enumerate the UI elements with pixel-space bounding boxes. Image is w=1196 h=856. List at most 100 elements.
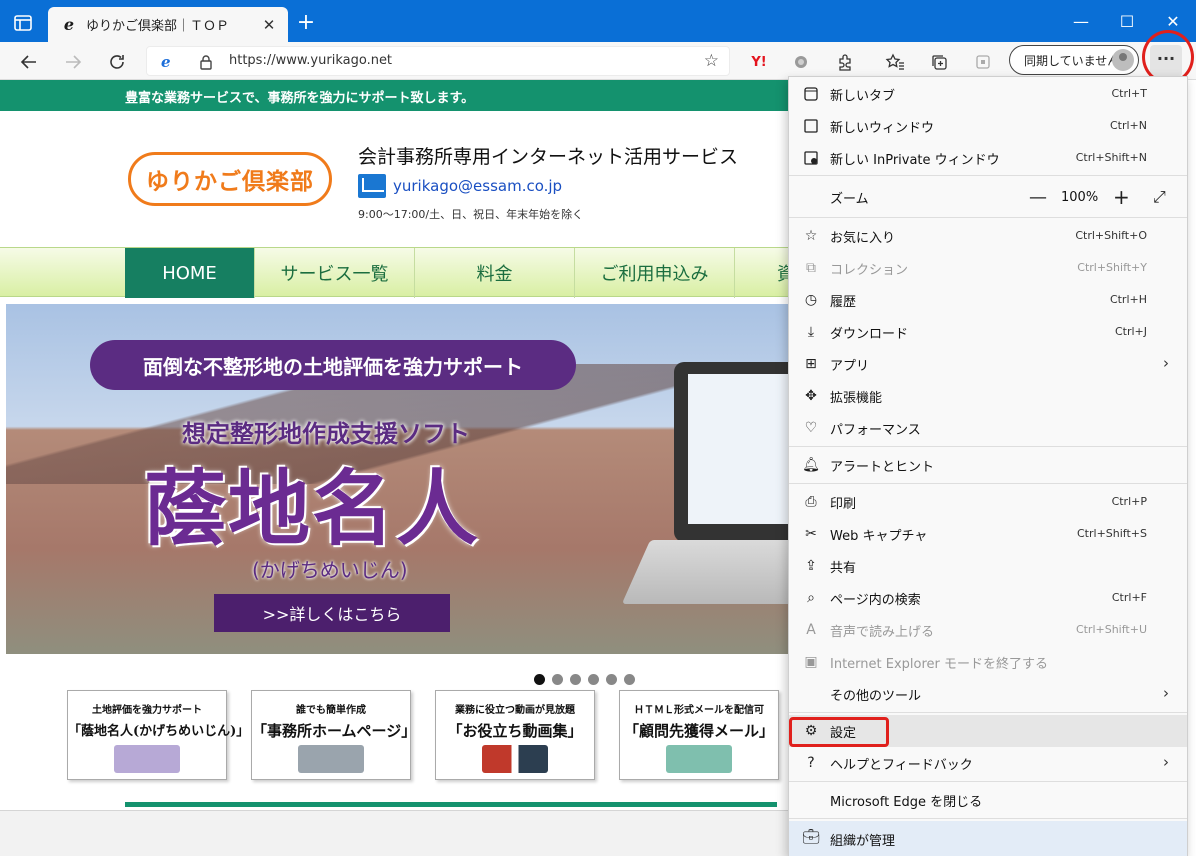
menu-favorites[interactable]: ☆ お気に入り Ctrl+Shift+O <box>789 220 1187 252</box>
yahoo-extension-icon[interactable]: Y! <box>748 51 770 73</box>
extension-circle-icon[interactable] <box>790 51 812 73</box>
forward-button[interactable] <box>60 49 86 75</box>
menu-extensions[interactable]: ✥ 拡張機能 <box>789 380 1187 412</box>
menu-more-tools[interactable]: その他のツール › <box>789 678 1187 710</box>
new-tab-button[interactable]: + <box>294 12 318 36</box>
slider-dot[interactable] <box>552 674 563 685</box>
banner-top-text: 土地評価を強力サポート <box>92 705 202 716</box>
ie-mode-icon[interactable]: e <box>161 53 171 71</box>
collections-icon[interactable] <box>928 51 950 73</box>
monitor-phone-icon <box>298 745 364 773</box>
lock-icon[interactable] <box>199 54 213 70</box>
add-favorite-icon[interactable]: ☆ <box>704 51 719 71</box>
collections-icon: ⧉ <box>806 260 816 276</box>
page-bottom-band <box>0 810 800 856</box>
extensions-icon[interactable] <box>834 51 856 73</box>
banner-top-text: 業務に役立つ動画が見放題 <box>455 705 575 716</box>
gear-icon: ⚙ <box>804 723 818 739</box>
menu-find[interactable]: ⌕ ページ内の検索 Ctrl+F <box>789 582 1187 614</box>
header-hours: 9:00〜17:00/土、日、祝日、年末年始を除く <box>358 208 584 221</box>
screen-capture-icon[interactable] <box>972 51 994 73</box>
hero-banner[interactable]: 面倒な不整形地の土地評価を強力サポート 想定整形地作成支援ソフト 蔭地名人 (か… <box>6 304 806 654</box>
zoom-out-button[interactable]: — <box>1029 187 1047 208</box>
menu-alerts[interactable]: 🔔︎ アラートとヒント <box>789 449 1187 481</box>
chevron-right-icon: › <box>1163 354 1169 372</box>
menu-help[interactable]: ? ヘルプとフィードバック › <box>789 747 1187 779</box>
banner-email[interactable]: ＨＴＭＬ形式メールを配信可 「顧問先獲得メール」 <box>619 690 779 780</box>
menu-ie-mode[interactable]: ▣ Internet Explorer モードを終了する <box>789 646 1187 678</box>
url-text[interactable]: https://www.yurikago.net <box>229 53 392 68</box>
browser-tab[interactable]: e ゆりかご倶楽部｜ＴＯＰ ✕ <box>48 7 288 42</box>
menu-label: アラートとヒント <box>830 460 935 475</box>
menu-label: 音声で読み上げる <box>830 625 935 640</box>
chevron-right-icon: › <box>1163 753 1169 771</box>
slider-dot[interactable] <box>606 674 617 685</box>
slider-dot[interactable] <box>588 674 599 685</box>
menu-performance[interactable]: ♡ パフォーマンス <box>789 412 1187 444</box>
menu-label: 印刷 <box>830 497 857 512</box>
footer-divider <box>125 802 777 807</box>
settings-and-more-menu: 新しいタブ Ctrl+T 新しいウィンドウ Ctrl+N 新しい InPriva… <box>788 76 1188 856</box>
address-bar[interactable]: e https://www.yurikago.net ☆ <box>146 46 730 76</box>
menu-new-window[interactable]: 新しいウィンドウ Ctrl+N <box>789 110 1187 142</box>
slider-dot[interactable] <box>570 674 581 685</box>
menu-new-inprivate[interactable]: 新しい InPrivate ウィンドウ Ctrl+Shift+N <box>789 142 1187 174</box>
title-bar: e ゆりかご倶楽部｜ＴＯＰ ✕ + — ☐ ✕ <box>0 0 1196 42</box>
banner-top-text: ＨＴＭＬ形式メールを配信可 <box>634 705 764 716</box>
favorites-icon[interactable] <box>884 51 906 73</box>
nav-pricing[interactable]: 料金 <box>415 248 575 298</box>
tab-close-icon[interactable]: ✕ <box>258 14 280 36</box>
banner-videos[interactable]: 業務に役立つ動画が見放題 「お役立ち動画集」 <box>435 690 595 780</box>
back-button[interactable] <box>16 49 42 75</box>
nav-home[interactable]: HOME <box>125 248 255 298</box>
nav-services[interactable]: サービス一覧 <box>255 248 415 298</box>
menu-print[interactable]: ⎙ 印刷 Ctrl+P <box>789 486 1187 518</box>
menu-share[interactable]: ⇪ 共有 <box>789 550 1187 582</box>
slider-dot[interactable] <box>624 674 635 685</box>
hero-details-button[interactable]: >>詳しくはこちら <box>214 594 450 632</box>
banner-homepage[interactable]: 誰でも簡単作成 「事務所ホームページ」 <box>251 690 416 780</box>
menu-read-aloud[interactable]: A 音声で読み上げる Ctrl+Shift+U <box>789 614 1187 646</box>
zoom-in-button[interactable]: + <box>1113 185 1130 209</box>
refresh-button[interactable] <box>104 49 130 75</box>
menu-managed-by-org[interactable]: 💼︎ 組織が管理 <box>789 821 1187 856</box>
banner-main-text: 「顧問先獲得メール」 <box>623 722 774 740</box>
site-logo[interactable]: ゆりかご倶楽部 <box>128 152 332 206</box>
menu-web-capture[interactable]: ✂ Web キャプチャ Ctrl+Shift+S <box>789 518 1187 550</box>
menu-separator <box>789 483 1187 484</box>
menu-history[interactable]: ◷ 履歴 Ctrl+H <box>789 284 1187 316</box>
banner-kagechi[interactable]: 土地評価を強力サポート 「蔭地名人(かげちめいじん)」 <box>67 690 250 780</box>
menu-close-edge[interactable]: Microsoft Edge を閉じる <box>789 784 1187 816</box>
menu-downloads[interactable]: ⤓ ダウンロード Ctrl+J <box>789 316 1187 348</box>
print-icon: ⎙ <box>805 494 817 510</box>
help-icon: ? <box>807 755 815 771</box>
share-icon: ⇪ <box>805 558 817 574</box>
menu-apps[interactable]: ⊞ アプリ › <box>789 348 1187 380</box>
menu-shortcut: Ctrl+Shift+U <box>1075 623 1147 636</box>
tab-title: ゆりかご倶楽部｜ＴＯＰ <box>86 19 230 34</box>
banner-main-text: 「蔭地名人(かげちめいじん)」 <box>68 724 250 739</box>
menu-label: ダウンロード <box>830 327 909 342</box>
header-title: 会計事務所専用インターネット活用サービス <box>358 146 739 168</box>
menu-label: 拡張機能 <box>830 391 883 406</box>
menu-shortcut: Ctrl+Shift+O <box>1075 229 1147 242</box>
header-email-link[interactable]: yurikago@essam.co.jp <box>393 177 562 195</box>
slider-dot[interactable] <box>534 674 545 685</box>
nav-apply[interactable]: ご利用申込み <box>575 248 735 298</box>
minimize-button[interactable]: — <box>1058 8 1104 36</box>
extensions-icon: ✥ <box>805 388 817 404</box>
logo-text: ゆりかご倶楽部 <box>146 169 314 195</box>
menu-new-tab[interactable]: 新しいタブ Ctrl+T <box>789 78 1187 110</box>
chevron-right-icon: › <box>1163 684 1169 702</box>
tab-actions-icon[interactable] <box>12 12 34 34</box>
menu-label: Microsoft Edge を閉じる <box>830 795 983 810</box>
profile-sync-button[interactable]: 同期していません <box>1009 45 1139 75</box>
menu-collections[interactable]: ⧉ コレクション Ctrl+Shift+Y <box>789 252 1187 284</box>
menu-shortcut: Ctrl+T <box>1111 87 1147 100</box>
fullscreen-icon[interactable]: ⤢ <box>1153 187 1166 207</box>
menu-shortcut: Ctrl+Shift+N <box>1075 151 1147 164</box>
menu-label: 組織が管理 <box>830 834 896 849</box>
maximize-button[interactable]: ☐ <box>1104 8 1150 36</box>
mail-icon <box>358 174 386 198</box>
menu-settings[interactable]: ⚙ 設定 <box>789 715 1187 747</box>
